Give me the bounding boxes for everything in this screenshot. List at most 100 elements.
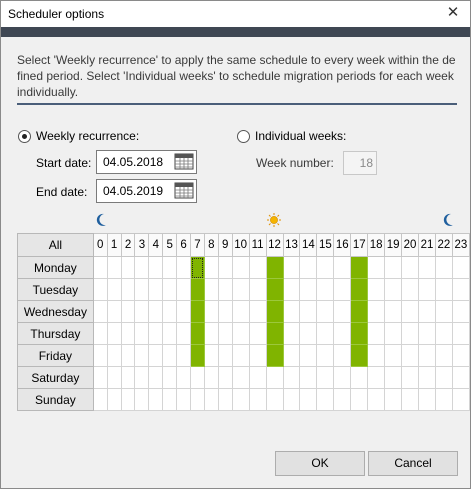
- schedule-cell[interactable]: [451, 278, 471, 301]
- calendar-icon[interactable]: [174, 153, 194, 170]
- schedule-cell[interactable]: [367, 366, 386, 389]
- schedule-cell[interactable]: [299, 256, 318, 279]
- schedule-cell[interactable]: [203, 300, 219, 323]
- schedule-cell[interactable]: [176, 344, 192, 367]
- schedule-cell[interactable]: [265, 388, 284, 411]
- schedule-cell[interactable]: [265, 366, 284, 389]
- select-all-header[interactable]: All: [17, 233, 94, 257]
- hour-header[interactable]: 8: [203, 233, 219, 257]
- schedule-cell[interactable]: [148, 388, 164, 411]
- schedule-cell[interactable]: [248, 344, 267, 367]
- schedule-cell[interactable]: [162, 278, 178, 301]
- hour-header[interactable]: 1: [106, 233, 122, 257]
- schedule-cell[interactable]: [217, 278, 233, 301]
- schedule-cell[interactable]: [367, 278, 386, 301]
- schedule-cell[interactable]: [148, 300, 164, 323]
- schedule-cell[interactable]: [401, 344, 419, 367]
- end-date-field[interactable]: 04.05.2019: [96, 179, 197, 203]
- schedule-cell[interactable]: [248, 366, 267, 389]
- schedule-cell[interactable]: [451, 388, 471, 411]
- schedule-cell[interactable]: [401, 256, 419, 279]
- schedule-cell[interactable]: [134, 344, 150, 367]
- schedule-cell[interactable]: [434, 322, 453, 345]
- schedule-cell[interactable]: [418, 256, 436, 279]
- schedule-cell[interactable]: [299, 388, 318, 411]
- schedule-cell[interactable]: [401, 366, 419, 389]
- hour-header[interactable]: 3: [134, 233, 150, 257]
- schedule-cell[interactable]: [418, 300, 436, 323]
- schedule-cell[interactable]: [148, 256, 164, 279]
- schedule-cell[interactable]: [434, 344, 453, 367]
- schedule-cell[interactable]: [333, 278, 352, 301]
- schedule-cell[interactable]: [367, 388, 386, 411]
- schedule-cell[interactable]: [203, 366, 219, 389]
- schedule-cell[interactable]: [203, 388, 219, 411]
- close-icon[interactable]: ✕: [436, 1, 470, 27]
- schedule-cell[interactable]: [367, 322, 386, 345]
- schedule-cell[interactable]: [176, 256, 192, 279]
- schedule-cell[interactable]: [134, 388, 150, 411]
- schedule-cell[interactable]: [384, 366, 403, 389]
- schedule-cell[interactable]: [401, 300, 419, 323]
- schedule-cell[interactable]: [176, 278, 192, 301]
- day-header[interactable]: Sunday: [17, 388, 94, 411]
- schedule-cell[interactable]: [120, 322, 136, 345]
- day-header[interactable]: Saturday: [17, 366, 94, 389]
- schedule-cell[interactable]: [282, 278, 301, 301]
- schedule-cell[interactable]: [231, 256, 250, 279]
- schedule-cell[interactable]: [418, 278, 436, 301]
- schedule-cell[interactable]: [401, 278, 419, 301]
- schedule-cell[interactable]: [401, 388, 419, 411]
- schedule-cell[interactable]: [299, 322, 318, 345]
- schedule-cell[interactable]: [106, 366, 122, 389]
- schedule-cell[interactable]: [162, 322, 178, 345]
- schedule-cell[interactable]: [231, 278, 250, 301]
- hour-header[interactable]: 4: [148, 233, 164, 257]
- schedule-cell[interactable]: [451, 322, 471, 345]
- schedule-cell[interactable]: [92, 388, 108, 411]
- schedule-cell[interactable]: [190, 300, 205, 323]
- schedule-cell[interactable]: [316, 300, 335, 323]
- hour-header[interactable]: 20: [401, 233, 419, 257]
- hour-header[interactable]: 18: [367, 233, 386, 257]
- hour-header[interactable]: 15: [316, 233, 335, 257]
- schedule-cell[interactable]: [106, 256, 122, 279]
- start-date-field[interactable]: 04.05.2018: [96, 150, 197, 174]
- schedule-cell[interactable]: [418, 344, 436, 367]
- schedule-cell[interactable]: [134, 322, 150, 345]
- hour-header[interactable]: 21: [418, 233, 436, 257]
- schedule-cell[interactable]: [265, 256, 284, 279]
- schedule-cell[interactable]: [92, 344, 108, 367]
- individual-weeks-radio[interactable]: [237, 130, 250, 143]
- schedule-cell[interactable]: [282, 256, 301, 279]
- schedule-cell[interactable]: [316, 322, 335, 345]
- schedule-cell[interactable]: [134, 278, 150, 301]
- schedule-cell[interactable]: [106, 278, 122, 301]
- schedule-cell[interactable]: [248, 388, 267, 411]
- schedule-cell[interactable]: [120, 256, 136, 279]
- schedule-cell[interactable]: [120, 278, 136, 301]
- schedule-cell[interactable]: [282, 366, 301, 389]
- schedule-cell[interactable]: [203, 256, 219, 279]
- schedule-cell[interactable]: [299, 300, 318, 323]
- day-header[interactable]: Monday: [17, 256, 94, 279]
- schedule-cell[interactable]: [231, 388, 250, 411]
- schedule-cell[interactable]: [92, 366, 108, 389]
- schedule-cell[interactable]: [162, 344, 178, 367]
- schedule-cell[interactable]: [265, 300, 284, 323]
- day-header[interactable]: Friday: [17, 344, 94, 367]
- schedule-cell[interactable]: [176, 366, 192, 389]
- hour-header[interactable]: 5: [162, 233, 178, 257]
- schedule-cell[interactable]: [384, 278, 403, 301]
- schedule-cell[interactable]: [176, 322, 192, 345]
- ok-button[interactable]: OK: [275, 451, 365, 476]
- schedule-cell[interactable]: [106, 300, 122, 323]
- schedule-cell[interactable]: [231, 300, 250, 323]
- schedule-cell[interactable]: [265, 278, 284, 301]
- schedule-cell[interactable]: [451, 300, 471, 323]
- schedule-cell[interactable]: [217, 322, 233, 345]
- schedule-cell[interactable]: [120, 344, 136, 367]
- schedule-cell[interactable]: [92, 322, 108, 345]
- schedule-cell[interactable]: [248, 278, 267, 301]
- schedule-cell[interactable]: [148, 344, 164, 367]
